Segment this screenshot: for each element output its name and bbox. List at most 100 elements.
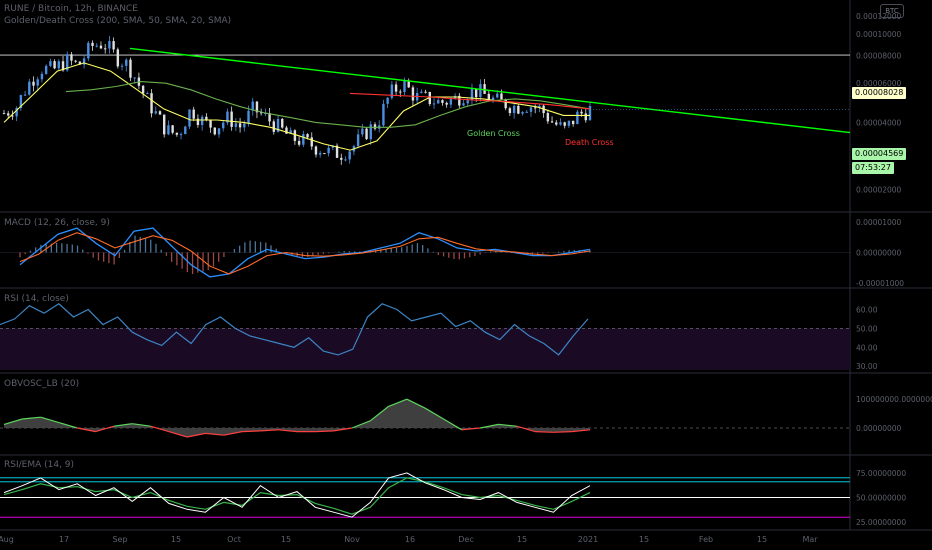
candle-body-33: [141, 85, 145, 94]
candle-body-48: [205, 116, 208, 120]
candle-body-47: [200, 116, 204, 126]
macd-tick-label-0: 0.00001000: [856, 218, 902, 227]
candle-body-110: [466, 100, 469, 104]
candle-body-73: [310, 137, 313, 147]
candle-body-85: [361, 128, 364, 135]
candle-body-1: [7, 113, 10, 116]
candle-body-23: [99, 45, 103, 49]
candle-body-77: [327, 147, 330, 154]
candle-body-121: [512, 105, 516, 114]
candle-body-112: [474, 89, 478, 98]
symbol-title: RUNE / Bitcoin, 12h, BINANCE: [4, 4, 138, 14]
candle-body-12: [53, 61, 56, 69]
candle-body-123: [521, 111, 524, 114]
candle-body-80: [340, 157, 343, 160]
candle-body-31: [133, 77, 136, 79]
obv-segment-29: [535, 431, 554, 433]
candle-body-36: [154, 111, 157, 114]
candle-body-105: [445, 102, 448, 105]
candle-body-97: [411, 87, 415, 101]
candle-body-30: [129, 59, 132, 78]
candle-body-22: [95, 45, 98, 47]
rsi-ema-slow-line: [3, 477, 591, 515]
bar-timer-tag: 07:53:27: [852, 162, 894, 174]
time-axis-label-6: Nov: [344, 535, 360, 544]
candle-body-5: [23, 94, 27, 96]
price-tick-label-1: 0.00010000: [856, 30, 902, 39]
last-price-tag: 0.00004569: [852, 148, 907, 160]
trendline: [129, 47, 851, 134]
candle-body-28: [120, 65, 124, 67]
candle-body-87: [369, 124, 372, 140]
candle-body-118: [500, 93, 503, 100]
candle-body-71: [302, 134, 305, 145]
candle-body-41: [175, 132, 179, 135]
time-axis-label-13: 15: [757, 535, 767, 544]
candle-body-8: [36, 79, 39, 86]
candle-body-20: [87, 42, 90, 59]
candle-body-10: [44, 65, 48, 74]
candle-body-21: [91, 42, 94, 46]
price-tick-label-5: 0.00002000: [856, 185, 902, 194]
time-axis-label-12: Feb: [699, 535, 713, 544]
candle-body-131: [555, 122, 558, 125]
candle-body-52: [222, 122, 225, 129]
candle-body-66: [281, 118, 284, 128]
candle-body-95: [403, 80, 406, 93]
candle-body-138: [584, 113, 587, 121]
obv-pane-title: OBVOSC_LB (20): [4, 379, 80, 389]
time-axis-label-5: 15: [281, 535, 291, 544]
candle-body-76: [323, 153, 326, 155]
candle-body-37: [158, 111, 162, 115]
rsi-band: [0, 328, 850, 370]
candle-body-57: [243, 123, 246, 128]
candle-body-54: [230, 111, 233, 127]
candle-body-100: [424, 91, 427, 93]
rsi-ema-tick-label-2: 25.00000000: [856, 518, 906, 527]
macd-signal-line: [19, 232, 591, 275]
candle-body-26: [112, 41, 115, 50]
candle-body-75: [318, 153, 322, 155]
candle-body-134: [567, 120, 571, 126]
candle-body-7: [32, 81, 35, 86]
price-tick-label-4: 0.00004000: [856, 118, 902, 127]
candle-body-114: [483, 84, 486, 94]
candle-body-120: [508, 108, 512, 114]
candle-body-103: [437, 100, 440, 104]
candle-body-35: [150, 93, 153, 114]
time-axis-label-7: 16: [405, 535, 415, 544]
sma-200-line: [349, 92, 591, 110]
candle-body-124: [525, 111, 528, 113]
rsi-tick-label-2: 40.00: [856, 343, 878, 352]
candle-body-90: [382, 103, 385, 126]
candle-body-99: [420, 91, 423, 93]
chart-canvas[interactable]: 0.000120000.000100000.000080000.00006000…: [0, 0, 932, 550]
golden-cross-label: Golden Cross: [467, 129, 520, 138]
candle-body-43: [184, 126, 187, 135]
chart-stage[interactable]: 0.00012000 0.00010000 0.00008000 0.00006000…: [0, 0, 932, 550]
candle-body-91: [386, 97, 389, 104]
obv-segment-30: [553, 431, 572, 433]
rsi-ema-pane-title: RSI/EMA (14, 9): [4, 460, 75, 470]
candle-body-137: [580, 111, 583, 114]
rsi-tick-label-0: 60.00: [856, 305, 878, 314]
candle-body-25: [108, 41, 111, 49]
time-axis-label-10: 2021: [578, 535, 598, 544]
candle-body-88: [373, 124, 377, 129]
time-axis-label-4: Oct: [227, 535, 241, 544]
candle-body-104: [441, 100, 444, 103]
candle-body-24: [103, 48, 107, 50]
candle-body-106: [449, 99, 453, 105]
obv-segment-17: [315, 430, 334, 433]
candle-body-50: [213, 127, 216, 135]
macd-tick-label-2: -0.00001000: [856, 279, 904, 288]
candle-body-40: [171, 125, 174, 133]
candle-body-44: [188, 109, 191, 127]
candle-body-34: [146, 93, 149, 95]
candle-body-49: [209, 119, 212, 128]
time-axis-label-1: 17: [59, 535, 69, 544]
candle-body-130: [550, 121, 554, 123]
macd-pane-title: MACD (12, 26, close, 9): [4, 218, 110, 228]
currency-badge[interactable]: BTC: [880, 4, 904, 18]
candle-body-129: [546, 113, 550, 122]
